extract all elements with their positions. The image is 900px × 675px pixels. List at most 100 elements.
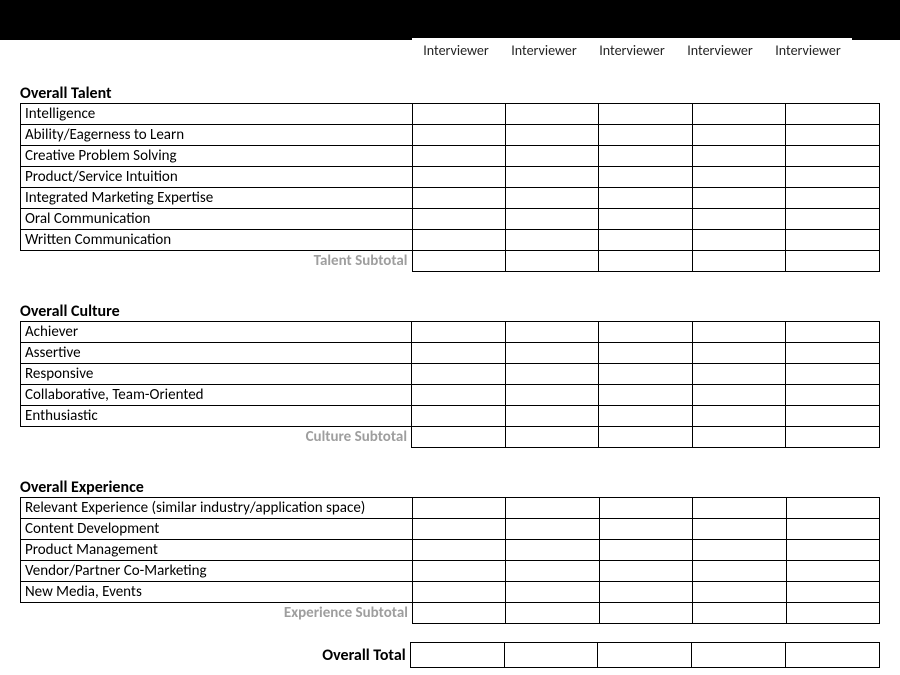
top-black-bar — [0, 0, 900, 40]
score-cell[interactable] — [505, 385, 599, 406]
score-cell[interactable] — [506, 561, 599, 582]
score-cell[interactable] — [786, 519, 879, 540]
score-cell[interactable] — [692, 209, 785, 230]
score-cell[interactable] — [412, 519, 505, 540]
score-cell[interactable] — [786, 364, 880, 385]
score-cell[interactable] — [506, 519, 599, 540]
score-cell[interactable] — [412, 209, 505, 230]
score-cell[interactable] — [599, 146, 692, 167]
score-cell[interactable] — [692, 322, 786, 343]
score-cell[interactable] — [692, 188, 785, 209]
score-cell[interactable] — [599, 322, 693, 343]
score-cell[interactable] — [599, 209, 692, 230]
score-cell[interactable] — [599, 498, 692, 519]
score-cell[interactable] — [786, 230, 880, 251]
score-cell[interactable] — [412, 561, 505, 582]
score-cell[interactable] — [692, 230, 785, 251]
row-label: New Media, Events — [21, 582, 413, 603]
table-row: Responsive — [21, 364, 880, 385]
score-cell[interactable] — [505, 322, 599, 343]
score-cell[interactable] — [599, 540, 692, 561]
score-cell[interactable] — [599, 167, 692, 188]
score-cell[interactable] — [505, 343, 599, 364]
score-cell[interactable] — [693, 582, 786, 603]
col-header-1: Interviewer — [412, 38, 500, 64]
score-cell[interactable] — [786, 498, 879, 519]
score-cell[interactable] — [412, 385, 506, 406]
total-cell — [504, 643, 598, 668]
score-cell[interactable] — [506, 498, 599, 519]
score-cell[interactable] — [692, 167, 785, 188]
score-cell[interactable] — [599, 188, 692, 209]
score-cell[interactable] — [412, 582, 505, 603]
table-row: Product Management — [21, 540, 880, 561]
score-cell[interactable] — [599, 230, 692, 251]
score-cell[interactable] — [412, 230, 505, 251]
score-cell[interactable] — [692, 364, 786, 385]
score-cell[interactable] — [505, 188, 598, 209]
score-cell[interactable] — [412, 406, 506, 427]
score-cell[interactable] — [786, 209, 880, 230]
score-cell[interactable] — [599, 125, 692, 146]
score-cell[interactable] — [505, 104, 598, 125]
score-cell[interactable] — [692, 385, 786, 406]
table-row: Assertive — [21, 343, 880, 364]
score-cell[interactable] — [599, 104, 692, 125]
score-cell[interactable] — [412, 188, 505, 209]
score-cell[interactable] — [786, 540, 879, 561]
table-row: Achiever — [21, 322, 880, 343]
score-cell[interactable] — [692, 343, 786, 364]
score-cell[interactable] — [786, 385, 880, 406]
score-cell[interactable] — [692, 146, 785, 167]
score-cell[interactable] — [505, 406, 599, 427]
score-cell[interactable] — [412, 540, 505, 561]
score-cell[interactable] — [412, 104, 505, 125]
score-cell[interactable] — [786, 146, 880, 167]
col-header-2: Interviewer — [500, 38, 588, 64]
score-cell[interactable] — [692, 125, 785, 146]
score-cell[interactable] — [599, 406, 693, 427]
score-cell[interactable] — [599, 561, 692, 582]
score-cell[interactable] — [693, 519, 786, 540]
score-cell[interactable] — [786, 188, 880, 209]
score-cell[interactable] — [786, 561, 879, 582]
overall-total-label: Overall Total — [20, 643, 410, 668]
score-cell[interactable] — [786, 104, 880, 125]
score-cell[interactable] — [693, 498, 786, 519]
score-cell[interactable] — [786, 343, 880, 364]
score-cell[interactable] — [506, 582, 599, 603]
score-cell[interactable] — [505, 230, 598, 251]
row-label: Collaborative, Team-Oriented — [21, 385, 412, 406]
score-cell[interactable] — [505, 209, 598, 230]
score-cell[interactable] — [505, 146, 598, 167]
score-cell[interactable] — [412, 167, 505, 188]
score-cell[interactable] — [786, 167, 880, 188]
score-cell[interactable] — [505, 125, 598, 146]
score-cell[interactable] — [412, 146, 505, 167]
score-cell[interactable] — [599, 519, 692, 540]
score-cell[interactable] — [412, 364, 506, 385]
row-label: Ability/Eagerness to Learn — [21, 125, 413, 146]
score-cell[interactable] — [412, 322, 506, 343]
score-cell[interactable] — [599, 385, 693, 406]
score-cell[interactable] — [412, 498, 505, 519]
score-cell[interactable] — [505, 364, 599, 385]
score-cell[interactable] — [693, 561, 786, 582]
score-cell[interactable] — [412, 125, 505, 146]
score-cell[interactable] — [692, 406, 786, 427]
score-cell[interactable] — [505, 167, 598, 188]
row-label: Creative Problem Solving — [21, 146, 413, 167]
score-cell[interactable] — [599, 582, 692, 603]
score-cell[interactable] — [692, 104, 785, 125]
score-cell[interactable] — [786, 125, 880, 146]
table-row: Ability/Eagerness to Learn — [21, 125, 880, 146]
score-cell[interactable] — [506, 540, 599, 561]
score-cell[interactable] — [412, 343, 506, 364]
subtotal-cell — [505, 427, 599, 448]
score-cell[interactable] — [599, 343, 693, 364]
score-cell[interactable] — [599, 364, 693, 385]
score-cell[interactable] — [786, 406, 880, 427]
score-cell[interactable] — [786, 582, 879, 603]
score-cell[interactable] — [786, 322, 880, 343]
score-cell[interactable] — [693, 540, 786, 561]
